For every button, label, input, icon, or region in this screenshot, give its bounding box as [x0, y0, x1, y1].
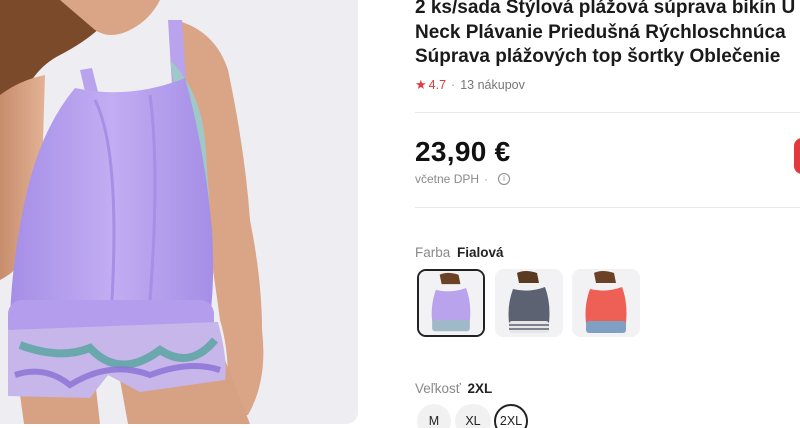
product-info-panel: 2 ks/sada Štýlová plážová súprava bikín … [415, 0, 800, 428]
purchase-count: 13 nákupov [460, 78, 525, 92]
swatch-thumbnail [419, 271, 483, 335]
vat-separator: · [484, 172, 489, 186]
selected-size: 2XL [467, 381, 493, 396]
divider [415, 112, 800, 113]
add-to-cart-button[interactable] [794, 138, 800, 174]
rating-value: 4.7 [428, 78, 447, 92]
color-swatch-purple[interactable] [417, 269, 485, 337]
rating-separator: · [451, 78, 456, 92]
selected-color: Fialová [457, 245, 504, 260]
size-button-2xl[interactable]: 2XL [494, 404, 528, 428]
color-option-label: Farba Fialová [415, 245, 504, 260]
divider [415, 207, 800, 208]
size-button-m[interactable]: M [417, 404, 451, 428]
swatch-thumbnail [495, 269, 563, 337]
product-photo [0, 0, 358, 424]
product-title-line: Neck Plávanie Priedušná Rýchloschnúca [415, 21, 786, 43]
vat-note: včetne DPH [415, 172, 480, 186]
star-icon: ★ [415, 77, 427, 92]
color-label: Farba [415, 245, 451, 260]
info-icon[interactable]: i [498, 173, 511, 185]
size-label: Veľkosť [415, 381, 461, 396]
vat-note-row: včetne DPH · i [415, 172, 511, 186]
size-button-xl[interactable]: XL [455, 404, 491, 428]
size-option-label: Veľkosť 2XL [415, 381, 492, 396]
product-title: 2 ks/sada Štýlová plážová súprava bikín … [415, 0, 800, 70]
color-swatch-red[interactable] [572, 269, 640, 337]
product-main-image[interactable] [0, 0, 358, 424]
rating-summary[interactable]: ★ 4.7 · 13 nákupov [415, 77, 525, 93]
product-price: 23,90 € [415, 136, 511, 167]
product-title-line: Súprava plážových top šortky Oblečenie [415, 46, 781, 67]
swatch-thumbnail [572, 269, 640, 337]
color-swatch-gray[interactable] [495, 269, 563, 337]
product-title-line: 2 ks/sada Štýlová plážová súprava bikín … [415, 0, 796, 18]
